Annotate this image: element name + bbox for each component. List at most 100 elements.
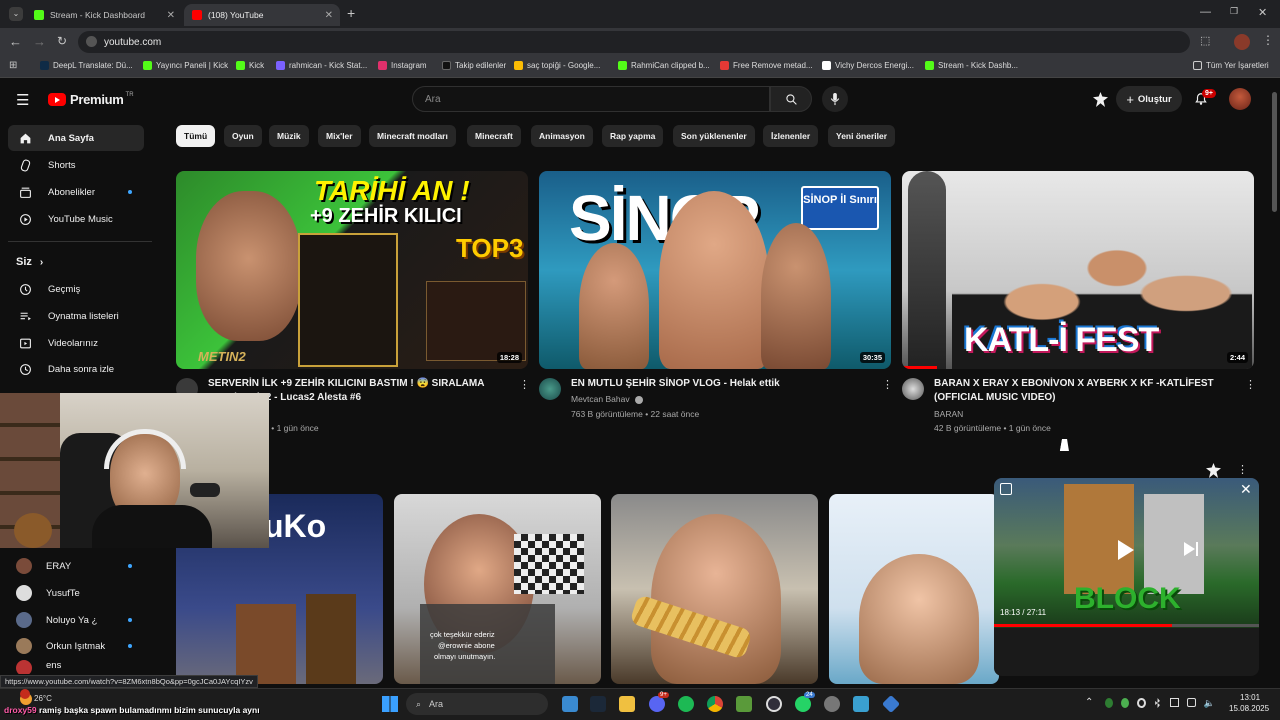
taskbar-search[interactable]: ⌕ Ara: [406, 693, 548, 715]
bookmark-kick-stream[interactable]: Stream - Kick Dashb...: [925, 61, 1018, 70]
bookmark-kick[interactable]: Kick: [236, 61, 264, 70]
minimize-icon[interactable]: —: [1200, 6, 1211, 18]
obs-app-icon[interactable]: [766, 696, 782, 712]
bookmark-vichy[interactable]: Vichy Dercos Energi...: [822, 61, 914, 70]
bookmark-deepl[interactable]: DeepL Translate: Dü...: [40, 61, 133, 70]
video-thumbnail[interactable]: TARİHİ AN ! +9 ZEHİR KILICI TOP3 METIN2 …: [176, 171, 528, 369]
search-input[interactable]: Ara: [412, 86, 770, 112]
channel-name[interactable]: BARAN: [934, 407, 963, 421]
chip-minecraft-mods[interactable]: Minecraft modları: [369, 125, 456, 147]
close-miniplayer-icon[interactable]: ✕: [1240, 481, 1252, 498]
page-scrollbar[interactable]: [1272, 92, 1277, 212]
guide-menu-icon[interactable]: ☰: [16, 91, 29, 109]
steam-app-icon[interactable]: [590, 696, 606, 712]
tray-chevron-icon[interactable]: ⌃: [1085, 697, 1093, 708]
bookmark-remove-metadata[interactable]: Free Remove metad...: [720, 61, 813, 70]
channel-avatar[interactable]: [902, 378, 924, 400]
site-info-icon[interactable]: [86, 36, 97, 47]
bookmark-google[interactable]: saç topiği - Google...: [514, 61, 600, 70]
chip-gaming[interactable]: Oyun: [224, 125, 262, 147]
voice-search-button[interactable]: [822, 86, 848, 112]
extensions-icon[interactable]: ⬚: [1200, 34, 1210, 47]
video-thumbnail[interactable]: SİNOP SİNOP İl Sınırı 30:35: [539, 171, 891, 369]
url-bar[interactable]: youtube.com: [78, 31, 1190, 53]
reload-icon[interactable]: ↻: [57, 34, 67, 48]
chip-minecraft[interactable]: Minecraft: [467, 125, 521, 147]
sidebar-sub-eray[interactable]: ERAY: [8, 553, 144, 579]
profile-avatar[interactable]: [1234, 34, 1250, 50]
minecraft-app-icon[interactable]: [736, 696, 752, 712]
back-icon[interactable]: ←: [9, 34, 22, 49]
create-button[interactable]: + Oluştur: [1116, 86, 1182, 112]
chip-watched[interactable]: İzlenenler: [763, 125, 819, 147]
video-title[interactable]: EN MUTLU ŞEHİR SİNOP VLOG - Helak ettik: [571, 377, 871, 391]
chrome-app-icon[interactable]: [707, 696, 723, 712]
sidebar-item-history[interactable]: Geçmiş: [8, 276, 144, 302]
more-actions-icon[interactable]: ⋮: [1237, 463, 1248, 476]
bookmark-instagram[interactable]: Instagram: [378, 61, 427, 70]
sidebar-item-shorts[interactable]: Shorts: [8, 152, 144, 178]
windows-start-icon[interactable]: [382, 696, 398, 712]
close-tab-icon[interactable]: ✕: [325, 10, 333, 21]
cast-extension-icon[interactable]: [1206, 463, 1221, 478]
clock-date[interactable]: 15.08.2025: [1229, 704, 1269, 713]
channel-avatar[interactable]: [539, 378, 561, 400]
spotify-app-icon[interactable]: [678, 696, 694, 712]
chip-new-to-you[interactable]: Yeni öneriler: [828, 125, 896, 147]
video-title[interactable]: BARAN X ERAY X EBONİVON X AYBERK X KF -K…: [934, 377, 1234, 405]
forward-icon[interactable]: →: [33, 34, 46, 49]
sidebar-you-header[interactable]: Siz ›: [8, 249, 144, 275]
browser-menu-icon[interactable]: ⋮: [1262, 33, 1274, 47]
sidebar-sub-orkun[interactable]: Orkun Işıtmak: [8, 633, 144, 659]
chip-recently-uploaded[interactable]: Son yüklenenler: [673, 125, 755, 147]
bookmark-x-following[interactable]: Takip edilenler: [442, 61, 506, 70]
chip-mixes[interactable]: Mix'ler: [318, 125, 361, 147]
sidebar-item-playlists[interactable]: Oynatma listeleri: [8, 303, 144, 329]
chip-animation[interactable]: Animasyon: [531, 125, 593, 147]
account-avatar[interactable]: [1229, 88, 1251, 110]
file-explorer-icon[interactable]: [619, 696, 635, 712]
sidebar-item-youtube-music[interactable]: YouTube Music: [8, 206, 144, 232]
seek-bar[interactable]: [994, 624, 1259, 627]
play-button-icon[interactable]: [1118, 540, 1134, 560]
chip-music[interactable]: Müzik: [269, 125, 309, 147]
cast-extension-icon[interactable]: [1093, 92, 1108, 107]
search-button[interactable]: [770, 86, 812, 112]
bookmark-kick-panel[interactable]: Yayıncı Paneli | Kick: [143, 61, 228, 70]
notepad-app-icon[interactable]: [853, 696, 869, 712]
video-thumbnail[interactable]: KATL-İ FEST 2:44: [902, 171, 1254, 369]
expand-miniplayer-icon[interactable]: [1000, 483, 1012, 495]
bookmark-kick-stats[interactable]: rahmican - Kick Stat...: [276, 61, 367, 70]
clock-time[interactable]: 13:01: [1240, 693, 1260, 702]
all-bookmarks-folder[interactable]: Tüm Yer İşaretleri: [1193, 61, 1269, 70]
photos-app-icon[interactable]: [562, 696, 578, 712]
sidebar-sub-noluyo[interactable]: Noluyo Ya ¿: [8, 607, 144, 633]
youtube-logo[interactable]: Premium TR: [48, 92, 134, 107]
channel-name[interactable]: Mevtcan Bahav: [571, 392, 643, 406]
tray-icons[interactable]: 🔈: [1105, 698, 1215, 710]
close-window-icon[interactable]: ✕: [1258, 6, 1267, 19]
sidebar-item-subscriptions[interactable]: Abonelikler: [8, 179, 144, 205]
tab-youtube[interactable]: (108) YouTube ✕: [184, 4, 340, 26]
sidebar-sub-ens[interactable]: ens: [8, 660, 144, 674]
more-actions-icon[interactable]: ⋮: [519, 378, 530, 391]
sidebar-item-home[interactable]: Ana Sayfa: [8, 125, 144, 151]
apps-grid-icon[interactable]: ⊞: [9, 60, 17, 71]
more-actions-icon[interactable]: ⋮: [1245, 378, 1256, 391]
close-tab-icon[interactable]: ✕: [167, 10, 175, 21]
more-actions-icon[interactable]: ⋮: [882, 378, 893, 391]
miniplayer[interactable]: BLOCK ✕ 18:13 / 27:11: [994, 478, 1259, 676]
chip-rap[interactable]: Rap yapma: [602, 125, 664, 147]
tab-kick-dashboard[interactable]: Stream - Kick Dashboard ✕: [26, 4, 182, 26]
tab-search-icon[interactable]: ⌄: [9, 7, 23, 21]
sidebar-item-your-videos[interactable]: Videolarınız: [8, 330, 144, 356]
discord-app-icon[interactable]: [649, 696, 665, 712]
new-tab-icon[interactable]: +: [347, 5, 355, 21]
whatsapp-app-icon[interactable]: [795, 696, 811, 712]
sidebar-sub-yusufte[interactable]: YusufTe: [8, 580, 144, 606]
video-thumbnail[interactable]: [611, 494, 818, 684]
bookmark-clipped[interactable]: RahmiCan clipped b...: [618, 61, 710, 70]
video-thumbnail[interactable]: [829, 494, 999, 684]
video-thumbnail[interactable]: çok teşekkür ederiz @erownie abone olmay…: [394, 494, 601, 684]
chip-all[interactable]: Tümü: [176, 125, 216, 147]
